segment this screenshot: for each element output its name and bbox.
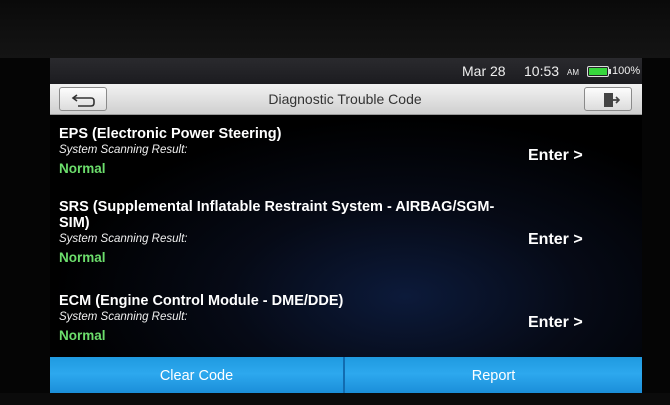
system-name: ECM (Engine Control Module - DME/DDE) bbox=[59, 293, 344, 309]
enter-button[interactable]: Enter > bbox=[528, 314, 583, 332]
status-ampm: AM bbox=[567, 68, 579, 77]
photo-bezel-top bbox=[0, 0, 670, 58]
clear-code-button[interactable]: Clear Code bbox=[50, 357, 343, 394]
enter-button[interactable]: Enter > bbox=[528, 147, 583, 165]
status-bar: Mar 28 10:53 AM 100% bbox=[50, 58, 642, 84]
device-screen: Mar 28 10:53 AM 100% Diagnostic Trouble … bbox=[50, 58, 642, 394]
battery-percent: 100% bbox=[612, 65, 641, 77]
battery-fill bbox=[589, 68, 607, 75]
action-bar: Clear Code Report bbox=[50, 357, 642, 394]
system-name: EPS (Electronic Power Steering) bbox=[59, 126, 282, 142]
exit-button[interactable] bbox=[584, 87, 632, 111]
battery-icon bbox=[587, 66, 609, 77]
system-list: EPS (Electronic Power Steering) System S… bbox=[50, 115, 642, 357]
status-date: Mar 28 bbox=[462, 63, 506, 79]
report-button[interactable]: Report bbox=[345, 357, 642, 394]
page-title: Diagnostic Trouble Code bbox=[268, 91, 422, 107]
battery-tip bbox=[609, 69, 611, 74]
back-button[interactable] bbox=[59, 87, 107, 111]
system-name: SRS (Supplemental Inflatable Restraint S… bbox=[59, 199, 495, 231]
back-arrow-icon bbox=[71, 94, 95, 107]
exit-door-icon bbox=[604, 93, 621, 107]
title-bar: Diagnostic Trouble Code bbox=[50, 84, 642, 115]
scan-result-status: Normal bbox=[59, 250, 106, 265]
status-time: 10:53 bbox=[524, 63, 560, 79]
enter-button[interactable]: Enter > bbox=[528, 231, 583, 249]
photo-bezel-bottom bbox=[0, 393, 670, 405]
